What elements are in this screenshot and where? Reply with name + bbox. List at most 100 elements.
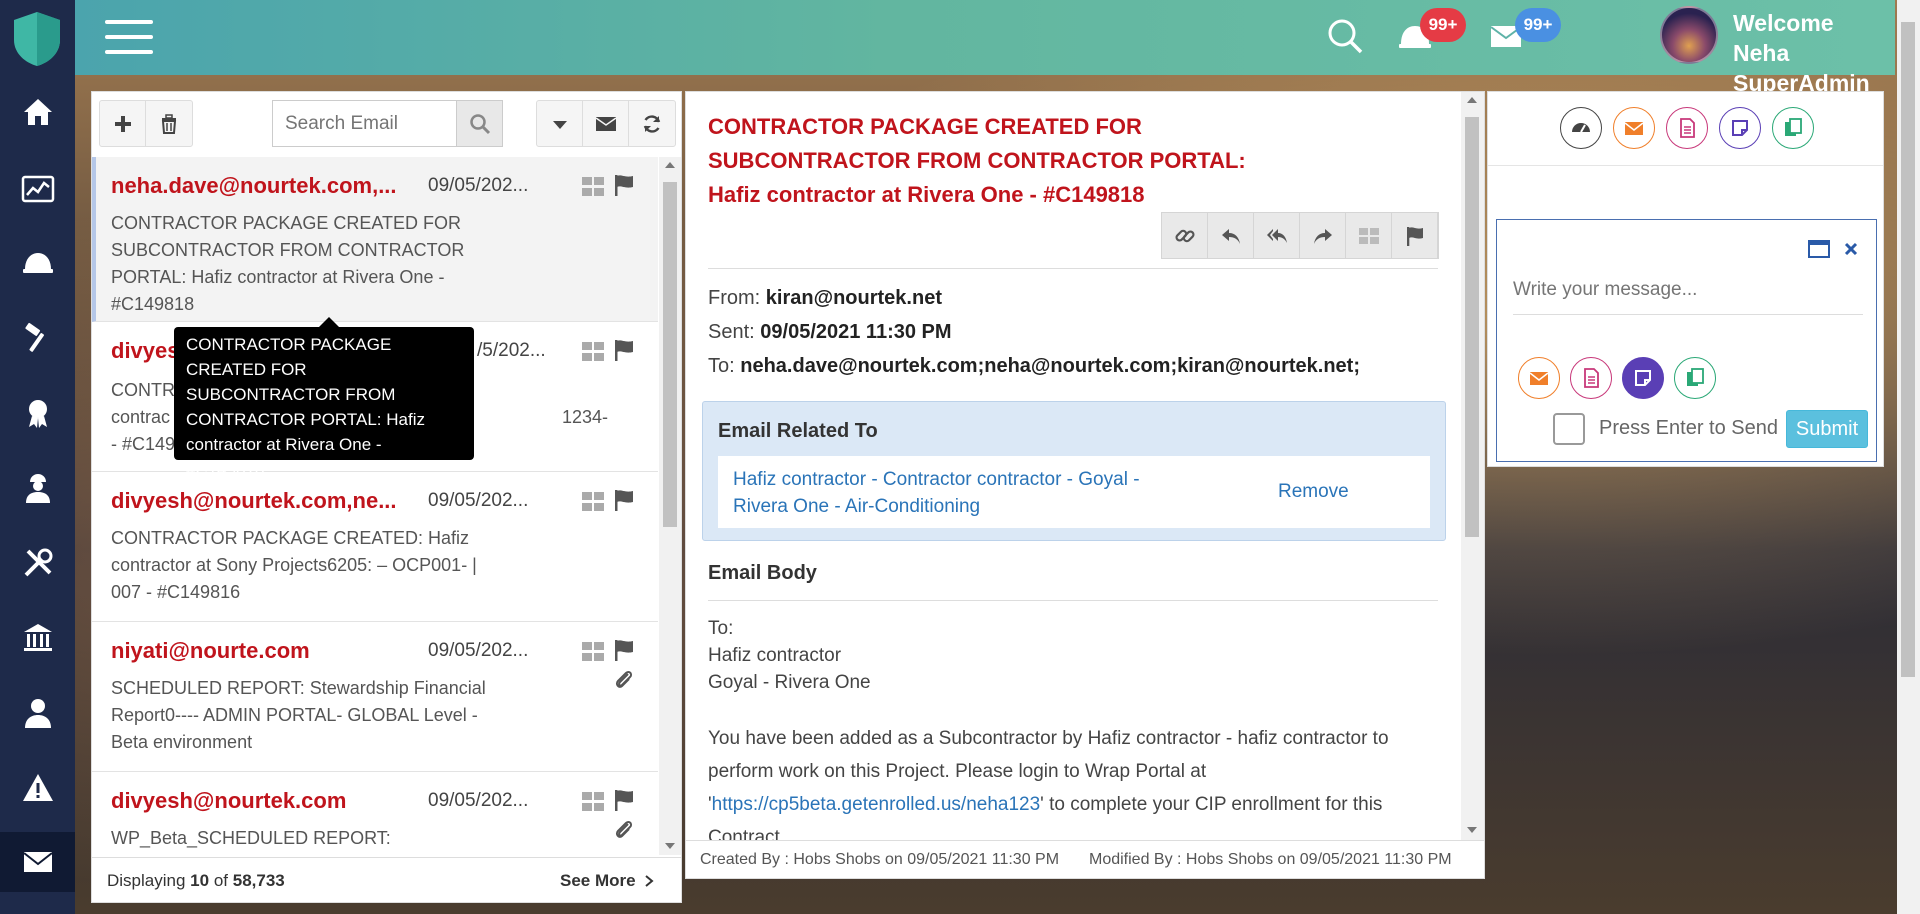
user-name[interactable]: Neha SuperAdmin [1733,38,1895,98]
grid-view-button[interactable] [1346,213,1392,258]
avatar[interactable] [1660,6,1718,64]
paperclip-icon[interactable] [612,668,636,692]
grid-icon[interactable] [581,490,605,514]
list-item[interactable]: neha.dave@nourtek.com,... 09/05/202... C… [92,157,658,322]
list-item[interactable]: niyati@nourte.com 09/05/202... SCHEDULED… [92,622,658,772]
clipboard-copy-icon[interactable] [1674,357,1716,399]
divider [708,600,1438,601]
delete-email-button[interactable] [146,101,192,146]
email-snippet-line[interactable]: 1234- [562,404,622,431]
dashboard-chart-icon[interactable] [0,159,75,219]
document-icon[interactable] [1666,107,1708,149]
related-item: Hafiz contractor - Contractor contractor… [718,456,1430,528]
scroll-up-arrow-icon[interactable] [664,160,676,170]
sticky-note-icon[interactable] [1622,357,1664,399]
email-sender[interactable]: divyesh@nourtek.com [111,788,346,814]
sticky-note-icon[interactable] [1719,107,1761,149]
clipboard-copy-icon[interactable] [1772,107,1814,149]
email-snippet[interactable]: CONTRACTOR PACKAGE CREATED: Hafiz contra… [111,525,491,606]
email-detail-scrollbar-thumb[interactable] [1465,117,1479,537]
email-snippet[interactable]: SCHEDULED REPORT: Stewardship Financial … [111,675,491,756]
body-org: Goyal - Rivera One [708,672,871,693]
email-sender[interactable]: niyati@nourte.com [111,638,310,664]
submit-button[interactable]: Submit [1786,410,1868,448]
scroll-down-arrow-icon[interactable] [664,841,676,851]
see-more-link[interactable]: See More [560,871,656,891]
grid-icon[interactable] [581,340,605,364]
admin-user-icon[interactable] [0,683,75,743]
messages-badge[interactable]: 99+ [1515,8,1561,42]
list-item[interactable]: divyesh@nourtek.com 09/05/202... WP_Beta… [92,772,658,855]
portal-link[interactable]: https://cp5beta.getenrolled.us/neha123 [712,794,1041,815]
email-date: 09/05/202... [428,175,529,196]
shield-logo-icon[interactable] [10,10,64,68]
email-channel-icon[interactable] [1613,107,1655,149]
dashboard-gauge-icon[interactable] [1560,107,1602,149]
add-email-button[interactable] [100,101,146,146]
notifications-badge[interactable]: 99+ [1420,8,1466,42]
from-value: kiran@nourtek.net [765,287,942,309]
document-icon[interactable] [1570,357,1612,399]
displaying-prefix: Displaying [107,871,186,890]
page-scrollbar[interactable] [1897,0,1920,914]
compose-email-button[interactable] [583,101,629,146]
email-icon[interactable] [0,832,75,892]
list-item[interactable]: divyesh@nourtek.com,ne... 09/05/202... C… [92,472,658,622]
hammer-icon[interactable] [0,308,75,368]
email-sender[interactable]: neha.dave@nourtek.com,... [111,173,397,199]
displaying-of: of [213,871,229,890]
email-sender[interactable]: divyesh@nourtek.com,ne... [111,488,397,514]
forward-button[interactable] [1300,213,1346,258]
related-record-link[interactable]: Hafiz contractor - Contractor contractor… [733,466,1163,520]
email-snippet[interactable]: CONTRACTOR PACKAGE CREATED FOR SUBCONTRA… [111,210,491,318]
message-composer: Press Enter to Send Submit [1496,219,1877,462]
link-button[interactable] [1162,213,1208,258]
bank-icon[interactable] [0,608,75,668]
email-list-scrollbar-thumb[interactable] [663,182,677,527]
flag-icon[interactable] [612,338,636,362]
award-ribbon-icon[interactable] [0,383,75,443]
email-sender[interactable]: divyes [111,338,180,364]
email-snippet[interactable]: WP_Beta_SCHEDULED REPORT: Stewardship [111,825,491,855]
hamburger-menu-icon[interactable] [105,20,153,54]
flag-icon[interactable] [612,638,636,662]
page-scrollbar-thumb[interactable] [1901,22,1915,677]
remove-related-link[interactable]: Remove [1278,481,1349,503]
envelope-icon [595,116,616,131]
close-icon[interactable] [1843,241,1859,257]
refresh-button[interactable] [629,101,675,146]
grid-icon[interactable] [581,790,605,814]
scroll-down-arrow-icon[interactable] [1466,825,1478,835]
press-enter-checkbox[interactable] [1553,413,1585,445]
helmet-icon[interactable] [0,233,75,293]
tools-icon[interactable] [0,533,75,593]
flag-icon[interactable] [612,173,636,197]
grid-icon[interactable] [581,640,605,664]
reply-all-button[interactable] [1254,213,1300,258]
scroll-up-arrow-icon[interactable] [1466,95,1478,105]
home-icon[interactable] [0,82,75,142]
email-list-scrollbar[interactable] [659,157,681,855]
message-input[interactable] [1513,265,1863,315]
filter-dropdown-button[interactable] [537,101,583,146]
search-email-input[interactable] [272,100,456,147]
flag-icon[interactable] [612,788,636,812]
email-detail-footer: Created By : Hobs Shobs on 09/05/2021 11… [686,840,1484,878]
list-footer: Displaying 10 of 58,733 See More [92,857,681,902]
paperclip-icon[interactable] [612,818,636,842]
reply-button[interactable] [1208,213,1254,258]
flag-button[interactable] [1392,213,1438,258]
warning-icon[interactable] [0,758,75,818]
grid-icon[interactable] [581,175,605,199]
sidebar [0,0,75,914]
email-channel-icon[interactable] [1518,357,1560,399]
flag-icon[interactable] [612,488,636,512]
search-email-button[interactable] [456,100,503,147]
displaying-total: 58,733 [232,871,285,890]
maximize-window-icon[interactable] [1808,240,1830,258]
to-label: To: [708,355,735,377]
email-detail-scrollbar[interactable] [1461,92,1484,840]
search-icon[interactable] [1325,16,1365,56]
email-list-panel: neha.dave@nourtek.com,... 09/05/202... C… [91,91,682,903]
worker-icon[interactable] [0,458,75,518]
